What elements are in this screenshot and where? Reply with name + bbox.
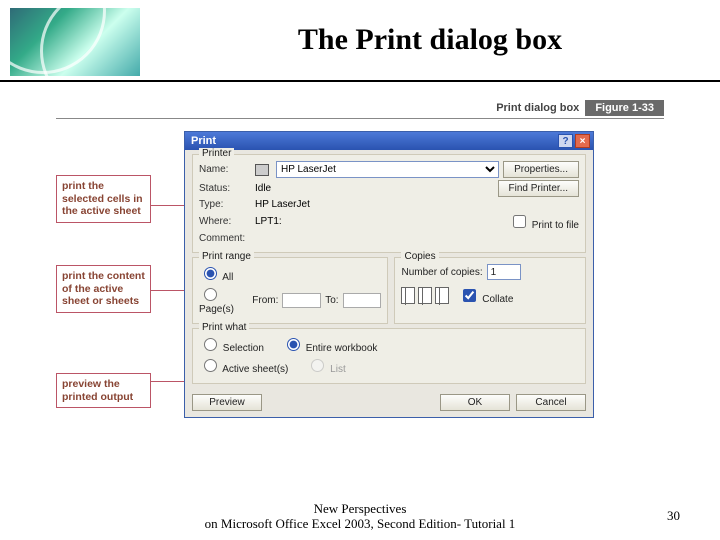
- name-label: Name:: [199, 164, 251, 175]
- callout-active-sheet: print the content of the active sheet or…: [56, 265, 151, 313]
- dialog-title: Print: [191, 135, 216, 147]
- print-dialog: Print ? × Printer Name: HP LaserJet Prop…: [184, 131, 594, 418]
- range-all-radio[interactable]: [204, 267, 217, 280]
- where-value: LPT1:: [255, 216, 282, 227]
- print-range-legend: Print range: [199, 251, 254, 262]
- figure-number: Figure 1-33: [585, 100, 664, 116]
- range-to-label: To:: [325, 295, 338, 306]
- figure-rule: [56, 118, 664, 119]
- copies-label: Number of copies:: [401, 267, 482, 278]
- what-active-radio[interactable]: [204, 359, 217, 372]
- printer-select[interactable]: HP LaserJet: [276, 161, 499, 178]
- slide-footer: New Perspectives on Microsoft Office Exc…: [0, 501, 720, 532]
- collate-icon: [401, 287, 449, 304]
- what-selection-option[interactable]: Selection: [199, 335, 264, 354]
- preview-button[interactable]: Preview: [192, 394, 262, 411]
- type-value: HP LaserJet: [255, 199, 310, 210]
- collate-label: Collate: [482, 294, 513, 305]
- find-printer-button[interactable]: Find Printer...: [498, 180, 579, 197]
- print-to-file-option[interactable]: Print to file: [509, 212, 579, 231]
- cancel-button[interactable]: Cancel: [516, 394, 586, 411]
- footer-line2: on Microsoft Office Excel 2003, Second E…: [140, 516, 580, 532]
- type-label: Type:: [199, 199, 251, 210]
- range-to-input[interactable]: [343, 293, 382, 308]
- collate-option[interactable]: Collate: [459, 286, 513, 305]
- dialog-titlebar[interactable]: Print ? ×: [185, 132, 593, 150]
- copies-legend: Copies: [401, 251, 438, 262]
- status-label: Status:: [199, 183, 251, 194]
- print-what-group: Print what Selection Entire workbook: [192, 328, 586, 384]
- what-selection-label: Selection: [223, 343, 264, 354]
- printer-group-legend: Printer: [199, 148, 234, 159]
- what-active-option[interactable]: Active sheet(s): [199, 356, 288, 375]
- where-label: Where:: [199, 216, 251, 227]
- status-value: Idle: [255, 183, 271, 194]
- print-range-group: Print range All Page(s): [192, 257, 388, 324]
- print-to-file-checkbox[interactable]: [513, 215, 526, 228]
- what-workbook-radio[interactable]: [287, 338, 300, 351]
- range-all-option[interactable]: All: [199, 264, 233, 283]
- comment-label: Comment:: [199, 233, 251, 244]
- print-to-file-label: Print to file: [532, 220, 579, 231]
- range-from-input[interactable]: [282, 293, 321, 308]
- range-pages-option[interactable]: Page(s): [199, 285, 248, 315]
- callout-selected-cells: print the selected cells in the active s…: [56, 175, 151, 223]
- slide-logo: [10, 8, 140, 76]
- what-workbook-label: Entire workbook: [306, 343, 378, 354]
- printer-icon: [255, 164, 269, 176]
- figure-caption: Print dialog box Figure 1-33: [56, 100, 664, 116]
- help-button[interactable]: ?: [558, 134, 573, 148]
- what-list-option[interactable]: List: [306, 356, 345, 375]
- properties-button[interactable]: Properties...: [503, 161, 579, 178]
- what-workbook-option[interactable]: Entire workbook: [282, 335, 377, 354]
- callout-preview: preview the printed output: [56, 373, 151, 408]
- range-pages-radio[interactable]: [204, 288, 217, 301]
- what-list-radio: [311, 359, 324, 372]
- copies-group: Copies Number of copies: 1 Collate: [394, 257, 586, 324]
- range-pages-label: Page(s): [199, 304, 234, 315]
- printer-group: Printer Name: HP LaserJet Properties... …: [192, 154, 586, 253]
- footer-line1: New Perspectives: [140, 501, 580, 517]
- close-button[interactable]: ×: [575, 134, 590, 148]
- print-what-legend: Print what: [199, 322, 249, 333]
- range-from-label: From:: [252, 295, 278, 306]
- ok-button[interactable]: OK: [440, 394, 510, 411]
- what-active-label: Active sheet(s): [222, 364, 288, 375]
- what-list-label: List: [330, 364, 346, 375]
- range-all-label: All: [222, 272, 233, 283]
- slide-title: The Print dialog box: [140, 23, 720, 57]
- figure-caption-text: Print dialog box: [496, 102, 579, 114]
- copies-spinner[interactable]: 1: [487, 264, 521, 280]
- page-number: 30: [667, 508, 680, 524]
- what-selection-radio[interactable]: [204, 338, 217, 351]
- collate-checkbox[interactable]: [463, 289, 476, 302]
